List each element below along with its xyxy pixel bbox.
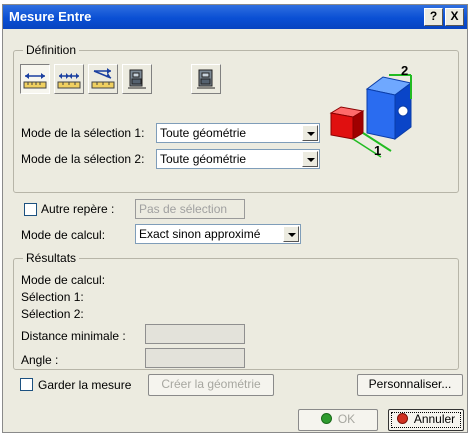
customize-button[interactable]: Personnaliser... — [357, 374, 463, 396]
other-axis-field[interactable]: Pas de sélection — [135, 199, 245, 219]
ok-label: OK — [337, 412, 356, 426]
help-icon: ? — [429, 9, 438, 23]
measure-chain-icon — [57, 73, 81, 89]
keep-measure-label: Garder la mesure — [38, 378, 132, 392]
other-axis-label: Autre repère : — [41, 202, 115, 216]
calc-mode-combo[interactable]: Exact sinon approximé — [135, 224, 301, 244]
results-legend: Résultats — [23, 251, 80, 265]
cancel-icon — [396, 413, 408, 424]
measure-between-icon — [23, 73, 47, 89]
measure-between-button[interactable] — [20, 64, 50, 94]
chevron-down-icon[interactable] — [283, 226, 299, 242]
results-selection2-label: Sélection 2: — [21, 307, 84, 321]
preview-label-two: 2 — [401, 63, 408, 78]
other-axis-placeholder: Pas de sélection — [139, 202, 228, 216]
selection1-combo[interactable]: Toute géométrie — [156, 123, 320, 143]
create-geometry-button[interactable]: Créer la géométrie — [148, 374, 274, 396]
help-button[interactable]: ? — [424, 8, 443, 26]
cancel-button[interactable]: Annuler — [388, 409, 464, 431]
ok-button[interactable]: OK — [298, 409, 378, 431]
angle-field — [145, 348, 245, 368]
min-distance-label: Distance minimale : — [21, 329, 126, 343]
min-distance-field — [145, 324, 245, 344]
other-axis-checkbox[interactable] — [24, 203, 37, 216]
definition-legend: Définition — [23, 43, 80, 57]
window-title: Mesure Entre — [9, 9, 92, 24]
ok-icon — [320, 413, 332, 424]
results-calc-mode-label: Mode de calcul: — [21, 273, 106, 287]
measure-thickness-button[interactable] — [191, 64, 221, 94]
selection1-value: Toute géométrie — [160, 126, 247, 140]
measure-between-dialog: Mesure Entre ? X Définition 2 1 Mode de … — [2, 4, 468, 433]
measure-preview-image: 2 1 — [329, 63, 413, 158]
preview-label-one: 1 — [374, 143, 381, 158]
selection1-label: Mode de la sélection 1: — [21, 126, 145, 140]
title-bar: Mesure Entre ? X — [3, 5, 467, 29]
cancel-label: Annuler — [413, 412, 456, 426]
angle-label: Angle : — [21, 353, 59, 367]
measure-item-icon — [128, 69, 146, 89]
selection2-value: Toute géométrie — [160, 152, 247, 166]
keep-measure-checkbox[interactable] — [20, 378, 33, 391]
close-icon: X — [450, 9, 459, 23]
close-button[interactable]: X — [445, 8, 464, 26]
measure-thickness-icon — [197, 69, 215, 89]
measure-fan-icon — [91, 68, 115, 89]
measure-fan-button[interactable] — [88, 64, 118, 94]
selection2-label: Mode de la sélection 2: — [21, 152, 145, 166]
selection2-combo[interactable]: Toute géométrie — [156, 149, 320, 169]
chevron-down-icon[interactable] — [302, 125, 318, 141]
results-selection1-label: Sélection 1: — [21, 290, 84, 304]
chevron-down-icon[interactable] — [302, 151, 318, 167]
calc-mode-value: Exact sinon approximé — [139, 227, 261, 241]
calc-mode-label: Mode de calcul: — [21, 228, 106, 242]
measure-chain-button[interactable] — [54, 64, 84, 94]
measure-item-button[interactable] — [122, 64, 152, 94]
